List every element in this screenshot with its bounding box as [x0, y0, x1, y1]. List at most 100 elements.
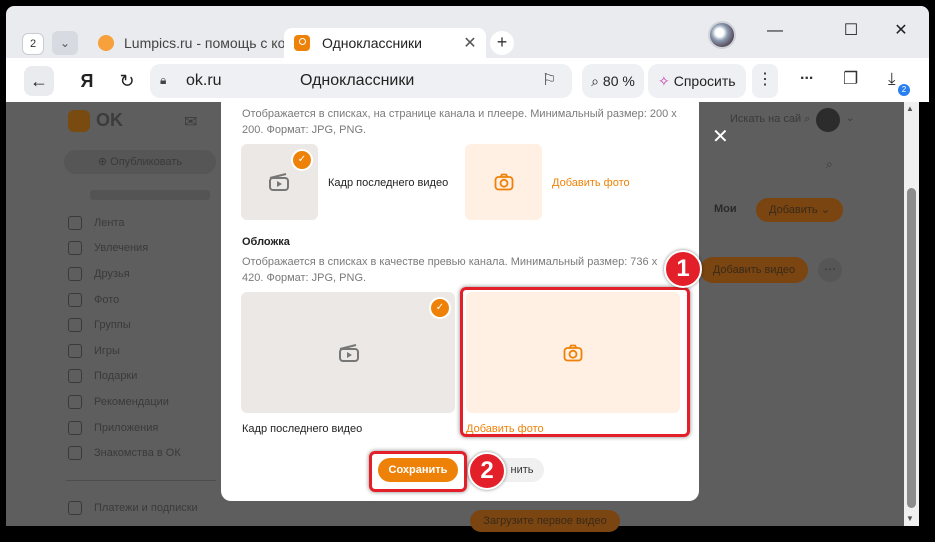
tab-lumpics[interactable]: Lumpics.ru - помощь с ко [88, 28, 284, 58]
publish-label: Опубликовать [110, 156, 183, 168]
ask-button[interactable]: ✧ Спросить [648, 64, 746, 98]
sidebar-item-label: Платежи и подписки [94, 502, 198, 514]
address-page-title: Одноклассники [300, 72, 415, 89]
sidebar-item-apps[interactable]: Приложения [68, 421, 158, 435]
checkmark-icon: ✓ [429, 297, 451, 319]
sidebar-item-label: Лента [94, 217, 125, 229]
tab-title: Одноклассники [322, 35, 423, 51]
tab-list-chevron-icon[interactable]: ⌄ [52, 31, 78, 55]
address-domain: ok.ru [186, 72, 222, 89]
sidebar-item-dating[interactable]: Знакомства в ОК [68, 446, 181, 460]
annotation-step-2: 2 [468, 452, 506, 490]
add-label: Добавить [769, 204, 818, 216]
add-dropdown-button[interactable]: Добавить ⌄ [756, 198, 843, 222]
annotation-box-save [369, 451, 467, 492]
more-options-icon[interactable]: ⋯ [818, 258, 842, 282]
back-arrow-icon[interactable]: ← [24, 66, 54, 96]
ok-logo-icon[interactable] [68, 110, 90, 132]
sidebar-item-label: Друзья [94, 268, 130, 280]
lumpics-favicon-icon [98, 35, 114, 51]
yandex-icon[interactable]: Я [72, 66, 102, 96]
compass-icon [68, 395, 82, 409]
reload-icon[interactable]: ↻ [112, 66, 142, 96]
hobby-icon [68, 241, 82, 255]
scroll-up-icon[interactable]: ▲ [906, 104, 914, 113]
maximize-icon[interactable]: ☐ [836, 22, 866, 42]
ok-favicon-icon [294, 35, 310, 51]
sidebar-item-label: Игры [94, 345, 120, 357]
sidebar-item-recommendations[interactable]: Рекомендации [68, 395, 169, 409]
mail-icon[interactable]: ✉ [184, 112, 197, 132]
download-icon[interactable]: ⤓ [888, 69, 896, 89]
zoom-value: 80 % [602, 73, 635, 89]
cover-heading: Обложка [242, 236, 290, 248]
upload-first-video-button[interactable]: Загрузите первое видео [470, 510, 620, 532]
tab-count[interactable]: 2 [22, 33, 44, 55]
user-avatar[interactable] [816, 108, 840, 132]
extensions-icon[interactable]: ❐ [843, 69, 858, 89]
gift-icon [68, 369, 82, 383]
search-icon: ⌕ [804, 113, 811, 125]
sidebar-item-payments[interactable]: Платежи и подписки [68, 501, 198, 515]
my-tab[interactable]: Мои [714, 203, 737, 215]
sparkle-icon: ✧ [658, 73, 670, 89]
sidebar-item-label: Группы [94, 319, 131, 331]
friends-icon [68, 267, 82, 281]
close-tab-icon[interactable]: ✕ [460, 33, 480, 53]
photo-icon [68, 293, 82, 307]
downloads-badge: 2 [898, 84, 910, 96]
dating-icon [68, 446, 82, 460]
add-video-button[interactable]: Добавить видео [700, 257, 808, 283]
sidebar-item-friends[interactable]: Друзья [68, 267, 130, 281]
video-clapper-icon [339, 344, 359, 362]
sidebar-item-label: Знакомства в ОК [94, 447, 181, 459]
card-icon [68, 501, 82, 515]
site-search-input[interactable]: Искать на сай ⌕ [730, 113, 810, 126]
avatar-last-frame-label: Кадр последнего видео [328, 177, 449, 189]
checkmark-icon: ✓ [291, 149, 313, 171]
bookmark-icon[interactable]: ⚐ [542, 70, 556, 90]
apps-icon [68, 421, 82, 435]
gamepad-icon [68, 344, 82, 358]
zoom-indicator[interactable]: ⌕ 80 % [582, 64, 644, 98]
ok-logo-text: OK [96, 110, 123, 130]
publish-button[interactable]: ⊕ Опубликовать [64, 150, 216, 174]
site-info-icon[interactable]: 🔒︎ [160, 73, 174, 89]
camera-icon [494, 173, 514, 191]
annotation-step-1: 1 [664, 250, 702, 288]
ask-label: Спросить [673, 73, 736, 89]
cover-description: Отображается в списках в качестве превью… [242, 256, 658, 284]
sidebar-item-feed[interactable]: Лента [68, 216, 124, 230]
tab-odnoklassniki[interactable]: Одноклассники ✕ [284, 28, 486, 58]
minimize-icon[interactable]: — [760, 22, 790, 42]
sidebar-item-label: Увлечения [94, 242, 149, 254]
close-modal-icon[interactable]: ✕ [712, 124, 729, 149]
sidebar-item-gifts[interactable]: Подарки [68, 369, 137, 383]
profile-avatar[interactable] [708, 21, 736, 49]
tab-title: Lumpics.ru - помощь с ко [124, 35, 284, 51]
more-vertical-icon[interactable]: ⋮ [752, 64, 778, 98]
sidebar-item-label: Фото [94, 294, 120, 306]
new-tab-button[interactable]: + [490, 31, 514, 55]
chevron-down-icon[interactable]: ⌄ [846, 113, 854, 124]
menu-dots-icon[interactable]: ... [800, 66, 813, 84]
sidebar-item-label: Приложения [94, 422, 159, 434]
search-icon[interactable]: ⌕ [826, 157, 833, 172]
video-clapper-icon [269, 173, 289, 191]
groups-icon [68, 318, 82, 332]
sidebar-divider [66, 480, 216, 481]
annotation-box-cover-upload [460, 287, 690, 437]
sidebar-item-groups[interactable]: Группы [68, 318, 131, 332]
avatar-description: Отображается в списках, на странице кана… [242, 108, 677, 136]
avatar-add-photo-link[interactable]: Добавить фото [552, 177, 630, 189]
cover-last-frame-label: Кадр последнего видео [242, 423, 363, 435]
scrollbar-thumb[interactable] [907, 188, 916, 508]
sidebar-item-games[interactable]: Игры [68, 344, 120, 358]
sidebar-item-photos[interactable]: Фото [68, 293, 119, 307]
scroll-down-icon[interactable]: ▼ [906, 514, 914, 523]
search-zoom-icon: ⌕ [591, 73, 603, 89]
close-window-icon[interactable]: ✕ [886, 22, 916, 42]
sidebar-item-hobbies[interactable]: Увлечения [68, 241, 148, 255]
user-name-blurred [90, 190, 210, 200]
home-icon [68, 216, 82, 230]
